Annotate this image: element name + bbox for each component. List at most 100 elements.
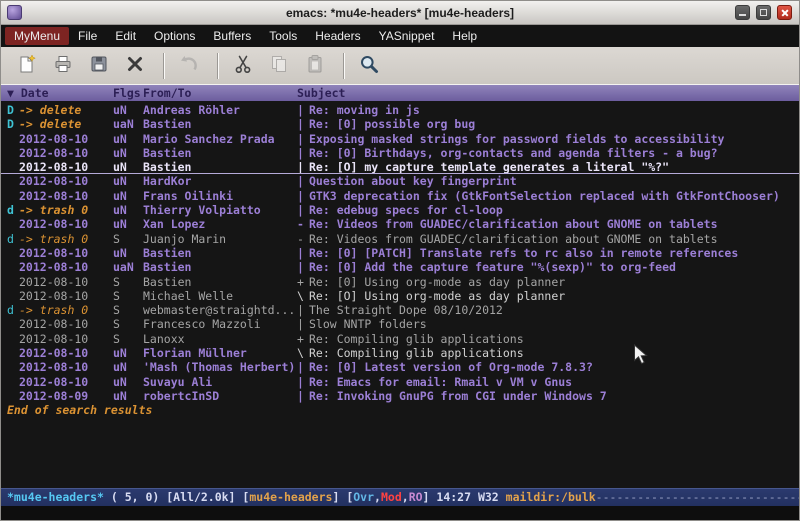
modeline-plain: ( 5, 0) — [104, 490, 166, 504]
message-flags: S — [113, 289, 143, 303]
message-subject: Re: [0] possible org bug — [309, 117, 799, 131]
message-flags: uN — [113, 360, 143, 374]
message-date: 2012-08-10 — [19, 160, 113, 173]
maximize-button[interactable] — [756, 5, 771, 20]
column-header-from[interactable]: From/To — [143, 85, 297, 101]
mark-prefix — [7, 160, 19, 173]
title-bar[interactable]: emacs: *mu4e-headers* [mu4e-headers] — [1, 1, 799, 25]
message-from: Frans Oilinki — [143, 189, 297, 203]
menu-item-file[interactable]: File — [69, 27, 106, 45]
column-header-subject[interactable]: Subject — [297, 85, 799, 101]
message-row[interactable]: D-> deleteuaNBastien|Re: [0] possible or… — [1, 117, 799, 131]
thread-indicator: | — [297, 132, 309, 146]
toolbar-separator — [217, 53, 219, 79]
message-date: 2012-08-10 — [19, 146, 113, 160]
message-row[interactable]: 2012-08-10SLanoxx+Re: Compiling glib app… — [1, 332, 799, 346]
menu-item-help[interactable]: Help — [443, 27, 486, 45]
message-flags: uN — [113, 246, 143, 260]
minimize-button[interactable] — [735, 5, 750, 20]
message-subject: Re: Compiling glib applications — [309, 332, 799, 346]
buffer-area: ▼ Date Flgs From/To Subject D-> deleteuN… — [1, 85, 799, 488]
message-row[interactable]: 2012-08-10uN'Mash (Thomas Herbert)|Re: [… — [1, 360, 799, 374]
message-row[interactable]: 2012-08-10uNFlorian Müllner\Re: Compilin… — [1, 346, 799, 360]
close-button[interactable] — [119, 51, 151, 81]
message-row[interactable]: d-> trash 0Swebmaster@straightd...|The S… — [1, 303, 799, 317]
message-row[interactable]: d-> trash 0uNThierry Volpiatto|Re: edebu… — [1, 203, 799, 217]
mark-prefix — [7, 260, 19, 274]
message-flags: S — [113, 303, 143, 317]
message-from: robertcInSD — [143, 389, 297, 403]
mark-prefix — [7, 217, 19, 231]
message-flags: uN — [113, 160, 143, 173]
message-row[interactable]: 2012-08-10uaNBastien|Re: [0] Add the cap… — [1, 260, 799, 274]
cut-icon — [233, 54, 253, 78]
message-subject: Re: Compiling glib applications — [309, 346, 799, 360]
message-row[interactable]: d-> trash 0SJuanjo Marin-Re: Videos from… — [1, 232, 799, 246]
mark-prefix — [7, 332, 19, 346]
window-title: emacs: *mu4e-headers* [mu4e-headers] — [1, 6, 799, 20]
message-row[interactable]: 2012-08-10uNXan Lopez-Re: Videos from GU… — [1, 217, 799, 231]
echo-area[interactable] — [1, 506, 799, 520]
message-from: Michael Welle — [143, 289, 297, 303]
menu-item-tools[interactable]: Tools — [260, 27, 306, 45]
message-from: Mario Sanchez Prada — [143, 132, 297, 146]
thread-indicator: | — [297, 389, 309, 403]
message-row[interactable]: 2012-08-10uNFrans Oilinki|GTK3 deprecati… — [1, 189, 799, 203]
message-date: 2012-08-10 — [19, 174, 113, 188]
print-button[interactable] — [47, 51, 79, 81]
message-row[interactable]: 2012-08-10uNSuvayu Ali|Re: Emacs for ema… — [1, 375, 799, 389]
mark-prefix — [7, 132, 19, 146]
paste-icon — [305, 54, 325, 78]
message-row[interactable]: 2012-08-10uNBastien|Re: [O] my capture t… — [1, 160, 799, 174]
message-from: Thierry Volpiatto — [143, 203, 297, 217]
thread-indicator: + — [297, 332, 309, 346]
message-row[interactable]: 2012-08-10SFrancesco Mazzoli|Slow NNTP f… — [1, 317, 799, 331]
message-row[interactable]: 2012-08-10uNBastien|Re: [0] Birthdays, o… — [1, 146, 799, 160]
message-row[interactable]: 2012-08-10uNHardKor|Question about key f… — [1, 174, 799, 188]
modeline-plain: [All/2.0k] — [166, 490, 242, 504]
message-date: -> delete — [19, 103, 113, 117]
mark-prefix — [7, 174, 19, 188]
message-date: -> trash 0 — [19, 232, 113, 246]
print-icon — [53, 54, 73, 78]
close-button[interactable] — [777, 5, 792, 20]
mark-prefix — [7, 246, 19, 260]
thread-indicator: | — [297, 103, 309, 117]
menu-item-headers[interactable]: Headers — [306, 27, 369, 45]
column-header-flags[interactable]: Flgs — [113, 85, 143, 101]
thread-indicator: | — [297, 203, 309, 217]
thread-indicator: | — [297, 317, 309, 331]
mark-prefix: D — [7, 117, 19, 131]
message-row[interactable]: 2012-08-10SBastien+Re: [0] Using org-mod… — [1, 275, 799, 289]
message-row[interactable]: 2012-08-10uNMario Sanchez Prada|Exposing… — [1, 132, 799, 146]
menu-item-yasnippet[interactable]: YASnippet — [370, 27, 444, 45]
search-button[interactable] — [353, 51, 385, 81]
thread-indicator: | — [297, 146, 309, 160]
message-date: 2012-08-10 — [19, 275, 113, 289]
menu-item-mymenu[interactable]: MyMenu — [5, 27, 69, 45]
toolbar-separator — [343, 53, 345, 79]
message-from: Juanjo Marin — [143, 232, 297, 246]
message-row[interactable]: 2012-08-10uNBastien|Re: [0] [PATCH] Tran… — [1, 246, 799, 260]
message-row[interactable]: 2012-08-10SMichael Welle\Re: [O] Using o… — [1, 289, 799, 303]
message-from: 'Mash (Thomas Herbert) — [143, 360, 297, 374]
message-row[interactable]: D-> deleteuNAndreas Röhler|Re: moving in… — [1, 103, 799, 117]
menu-item-options[interactable]: Options — [145, 27, 204, 45]
thread-indicator: \ — [297, 289, 309, 303]
message-flags: uN — [113, 103, 143, 117]
modeline-plain: , — [402, 490, 409, 504]
message-subject: Exposing masked strings for password fie… — [309, 132, 799, 146]
cut-button[interactable] — [227, 51, 259, 81]
message-from: webmaster@straightd... — [143, 303, 297, 317]
close-icon — [125, 54, 145, 78]
menu-item-buffers[interactable]: Buffers — [204, 27, 260, 45]
message-row[interactable]: 2012-08-09uNrobertcInSD|Re: Invoking Gnu… — [1, 389, 799, 403]
message-subject: Re: [O] Using org-mode as day planner — [309, 289, 799, 303]
save-button[interactable] — [83, 51, 115, 81]
column-header-date[interactable]: ▼ Date — [7, 85, 113, 101]
menu-item-edit[interactable]: Edit — [106, 27, 145, 45]
modeline-plain: 14:27 W32 — [436, 490, 505, 504]
modeline-plain: , — [374, 490, 381, 504]
undo-icon — [179, 54, 199, 78]
new-file-button[interactable] — [11, 51, 43, 81]
